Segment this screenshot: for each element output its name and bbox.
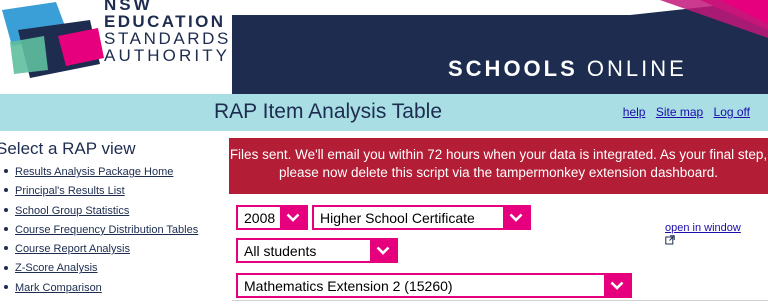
students-select[interactable]: All students	[236, 238, 398, 263]
alert-banner: Files sent. We'll email you within 72 ho…	[229, 138, 768, 194]
year-select-value: 2008	[244, 210, 276, 226]
sidebar-link-course-frequency[interactable]: Course Frequency Distribution Tables	[15, 224, 198, 236]
sidebar-item: School Group Statistics	[4, 205, 198, 224]
certificate-select-value: Higher School Certificate	[320, 210, 475, 226]
chevron-down-icon	[370, 240, 396, 261]
sidebar-item: Course Frequency Distribution Tables	[4, 224, 198, 243]
site-header: NSW EDUCATION STANDARDS AUTHORITY SCHOOL…	[0, 0, 768, 94]
sidebar-item: Results Analysis Package Home	[4, 166, 198, 185]
sidebar-link-rap-home[interactable]: Results Analysis Package Home	[15, 166, 173, 178]
sidebar-item: Course Report Analysis	[4, 243, 198, 262]
nsw-logo-icon	[2, 2, 104, 78]
course-select[interactable]: Mathematics Extension 2 (15260)	[236, 273, 632, 298]
open-in-window-link[interactable]: open in window	[665, 222, 741, 245]
sidebar-item: Z-Score Analysis	[4, 262, 198, 281]
certificate-select[interactable]: Higher School Certificate	[312, 205, 531, 230]
app-title: SCHOOLS ONLINE	[448, 56, 687, 82]
external-link-icon	[665, 235, 675, 245]
bullet-icon	[4, 188, 8, 193]
bullet-icon	[4, 246, 8, 251]
chevron-down-icon	[604, 275, 630, 296]
bullet-icon	[4, 226, 8, 231]
org-name-line4: AUTHORITY	[104, 46, 231, 65]
students-select-value: All students	[244, 243, 317, 259]
bullet-icon	[4, 265, 8, 270]
sidebar-item: Mark Comparison	[4, 282, 198, 301]
chevron-down-icon	[503, 207, 529, 228]
sidebar-link-principals-results[interactable]: Principal's Results List	[15, 185, 125, 197]
app-title-light: ONLINE	[586, 56, 687, 81]
org-name: NSW EDUCATION STANDARDS AUTHORITY	[104, 0, 231, 64]
sidebar-heading: Select a RAP view	[0, 139, 136, 158]
bullet-icon	[4, 169, 8, 174]
divider	[232, 300, 768, 301]
org-name-line2: EDUCATION	[104, 12, 226, 31]
bullet-icon	[4, 207, 8, 212]
chevron-down-icon	[280, 207, 306, 228]
log-off-link[interactable]: Log off	[714, 105, 750, 119]
site-map-link[interactable]: Site map	[656, 105, 703, 119]
bullet-icon	[4, 284, 8, 289]
app-title-bold: SCHOOLS	[448, 56, 578, 81]
course-select-value: Mathematics Extension 2 (15260)	[244, 278, 453, 294]
year-select[interactable]: 2008	[236, 205, 308, 230]
sidebar-link-course-report[interactable]: Course Report Analysis	[15, 243, 130, 255]
help-link[interactable]: help	[623, 105, 646, 119]
top-links: help Site map Log off	[616, 105, 750, 119]
sidebar-link-mark-comparison[interactable]: Mark Comparison	[15, 282, 102, 294]
page-title: RAP Item Analysis Table	[214, 100, 443, 123]
sidebar-link-school-group-statistics[interactable]: School Group Statistics	[15, 205, 129, 217]
sidebar-item: Principal's Results List	[4, 185, 198, 204]
open-in-window-label[interactable]: open in window	[665, 222, 741, 234]
org-name-line3: STANDARDS	[104, 29, 231, 48]
sidebar-nav: Results Analysis Package Home Principal'…	[4, 166, 198, 301]
sidebar-link-z-score[interactable]: Z-Score Analysis	[15, 262, 98, 274]
